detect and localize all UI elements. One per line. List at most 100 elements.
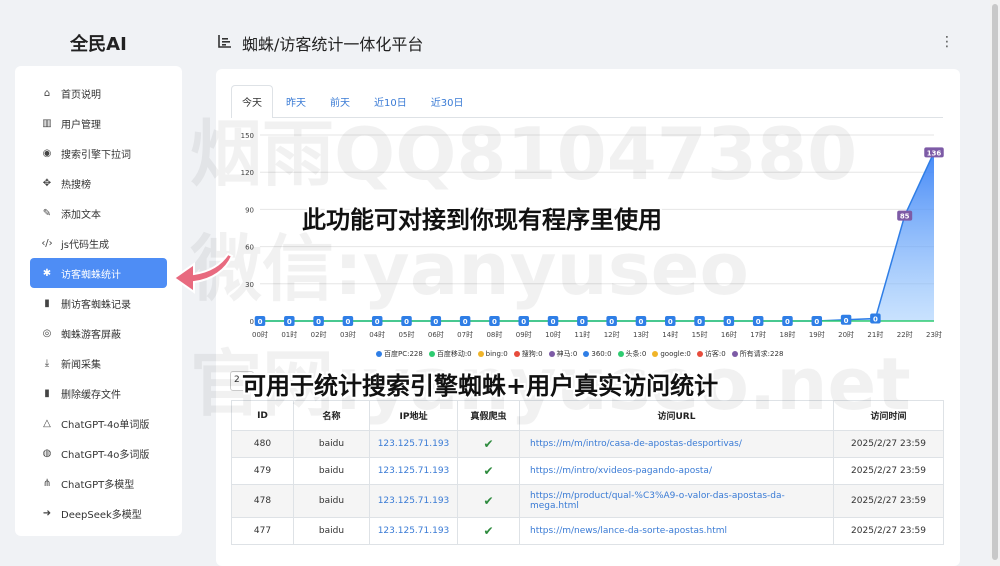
page-header: 蜘蛛/访客统计一体化平台 <box>218 31 423 55</box>
cell-url[interactable]: https://m/news/lance-da-sorte-apostas.ht… <box>519 517 834 545</box>
legend-item[interactable]: 神马:0 <box>548 349 577 359</box>
legend-dot <box>731 351 738 357</box>
x-tick-label: 14时 <box>662 330 678 339</box>
x-tick-label: 08时 <box>486 330 502 339</box>
data-label: 0 <box>345 318 350 326</box>
legend-item[interactable]: 访客:0 <box>696 349 726 359</box>
column-header[interactable]: 访问URL <box>519 400 834 431</box>
spider-icon: ✱ <box>42 267 52 279</box>
cell-id: 480 <box>231 430 294 458</box>
legend-item[interactable]: 360:0 <box>583 349 612 359</box>
sidebar-item-7[interactable]: ▮ 删访客蜘蛛记录 <box>30 288 167 318</box>
data-label: 0 <box>258 318 263 326</box>
legend-item[interactable]: 头条:0 <box>617 349 646 359</box>
sidebar-item-label: 热搜榜 <box>61 179 91 191</box>
x-tick-label: 21时 <box>867 330 883 339</box>
tab-4[interactable]: 近30日 <box>420 85 475 117</box>
code-icon: ‹/› <box>41 237 53 249</box>
table-header-row: ID 名称 IP地址 真假爬虫 访问URL 访问时间 <box>231 400 944 431</box>
sidebar-item-1[interactable]: ▥ 用户管理 <box>30 108 167 138</box>
page-scrollbar[interactable] <box>990 0 1000 566</box>
sidebar-item-label: 访客蜘蛛统计 <box>61 269 121 281</box>
sidebar-item-label: js代码生成 <box>61 239 109 251</box>
cell-ip[interactable]: 123.125.71.193 <box>369 484 458 518</box>
x-tick-label: 18时 <box>780 330 796 339</box>
sidebar-item-12[interactable]: ◍ ChatGPT-4o多词版 <box>30 438 167 468</box>
legend-item[interactable]: 百度PC:228 <box>376 349 423 359</box>
x-tick-label: 20时 <box>838 330 854 339</box>
cell-name: baidu <box>293 430 370 458</box>
scrollbar-thumb[interactable] <box>992 4 998 560</box>
sidebar-item-label: ChatGPT-4o单词版 <box>61 419 150 431</box>
sidebar-item-2[interactable]: ◉ 搜索引擎下拉词 <box>30 138 167 168</box>
sidebar-item-0[interactable]: ⌂ 首页说明 <box>30 78 167 108</box>
column-header[interactable]: 访问时间 <box>833 400 944 431</box>
table-row: 477 baidu 123.125.71.193 ✔ https://m/news/la… <box>231 517 944 545</box>
tab-2[interactable]: 前天 <box>319 85 361 117</box>
more-options-icon[interactable]: ⋮ <box>940 34 954 50</box>
sidebar-item-6[interactable]: ✱ 访客蜘蛛统计 <box>30 258 167 288</box>
cell-ip[interactable]: 123.125.71.193 <box>369 517 458 545</box>
legend-label: google:0 <box>660 350 691 358</box>
legend-dot <box>583 351 590 357</box>
table-row: 478 baidu 123.125.71.193 ✔ https://m/product… <box>231 484 944 518</box>
cell-time: 2025/2/27 23:59 <box>833 484 944 518</box>
y-tick-label: 90 <box>245 206 254 214</box>
data-label: 0 <box>873 316 878 324</box>
sidebar-item-10[interactable]: ▮ 删除缓存文件 <box>30 378 167 408</box>
column-header[interactable]: 真假爬虫 <box>457 400 520 431</box>
cell-url[interactable]: https://m/product/qual-%C3%A9-o-valor-da… <box>519 484 834 518</box>
tab-1[interactable]: 昨天 <box>275 85 317 117</box>
legend-item[interactable]: bing:0 <box>477 349 508 359</box>
data-label: 0 <box>639 318 644 326</box>
cell-ip[interactable]: 123.125.71.193 <box>369 430 458 458</box>
sidebar-item-5[interactable]: ‹/› js代码生成 <box>30 228 167 258</box>
legend-label: 访客:0 <box>704 350 726 358</box>
data-label: 0 <box>521 318 526 326</box>
column-header[interactable]: 名称 <box>293 400 370 431</box>
sidebar-item-3[interactable]: ✥ 热搜榜 <box>30 168 167 198</box>
data-label: 0 <box>551 318 556 326</box>
sidebar-item-8[interactable]: ◎ 蜘蛛游客屏蔽 <box>30 318 167 348</box>
x-tick-label: 04时 <box>369 330 385 339</box>
sidebar-item-label: 搜索引擎下拉词 <box>61 149 131 161</box>
cell-url[interactable]: https://m/m/intro/casa-de-apostas-despor… <box>519 430 834 458</box>
legend-label: 百度移动:0 <box>436 350 472 358</box>
y-tick-label: 0 <box>250 318 254 326</box>
legend-item[interactable]: google:0 <box>652 349 691 359</box>
series-area <box>260 152 934 321</box>
sidebar-item-14[interactable]: ➜ DeepSeek多模型 <box>30 498 167 528</box>
sidebar-item-13[interactable]: ⋔ ChatGPT多模型 <box>30 468 167 498</box>
cell-url[interactable]: https://m/intro/xvideos-pagando-aposta/ <box>519 457 834 485</box>
check-icon: ✔ <box>483 437 494 451</box>
chart-legend: 百度PC:228 百度移动:0 bing:0 搜狗:0 神马:0 360:0 头条:0 goo… <box>376 349 789 359</box>
legend-label: bing:0 <box>485 350 508 358</box>
cell-ip[interactable]: 123.125.71.193 <box>369 457 458 485</box>
cell-time: 2025/2/27 23:59 <box>833 457 944 485</box>
sidebar-item-11[interactable]: △ ChatGPT-4o单词版 <box>30 408 167 438</box>
y-tick-label: 150 <box>241 132 254 140</box>
tab-0[interactable]: 今天 <box>231 85 273 118</box>
sitemap-icon: ⋔ <box>42 477 52 489</box>
legend-label: 搜狗:0 <box>521 350 543 358</box>
x-tick-label: 19时 <box>809 330 825 339</box>
caption-integration: 此功能可对接到你现有程序里使用 <box>302 206 662 234</box>
x-tick-label: 06时 <box>428 330 444 339</box>
data-label: 0 <box>580 318 585 326</box>
tab-3[interactable]: 近10日 <box>363 85 418 117</box>
legend-item[interactable]: 所有请求:228 <box>731 349 783 359</box>
trash-icon: ▮ <box>44 297 50 309</box>
legend-item[interactable]: 百度移动:0 <box>428 349 472 359</box>
sidebar-item-4[interactable]: ✎ 添加文本 <box>30 198 167 228</box>
sidebar-item-9[interactable]: ⤓ 新闻采集 <box>30 348 167 378</box>
column-header[interactable]: ID <box>231 400 294 431</box>
data-label: 0 <box>668 318 673 326</box>
home-icon: ⌂ <box>43 87 51 99</box>
google-drive-icon: △ <box>43 417 51 429</box>
y-tick-label: 30 <box>245 281 254 289</box>
legend-item[interactable]: 搜狗:0 <box>513 349 543 359</box>
trash-icon: ▮ <box>44 387 50 399</box>
sidebar-item-label: 添加文本 <box>61 209 101 221</box>
column-header[interactable]: IP地址 <box>369 400 458 431</box>
legend-dot <box>617 351 624 357</box>
